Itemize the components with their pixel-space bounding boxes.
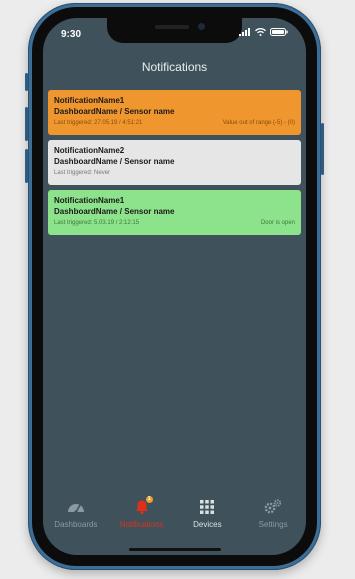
mute-switch xyxy=(25,73,28,91)
tab-notifications[interactable]: 1 Notifications xyxy=(112,496,172,529)
status-icons xyxy=(239,28,288,36)
notification-card[interactable]: NotificationName1 DashboardName / Sensor… xyxy=(48,90,301,135)
last-triggered: Last triggered: Never xyxy=(54,170,111,176)
volume-down-button xyxy=(25,149,28,183)
battery-icon xyxy=(270,28,288,36)
notification-name: NotificationName1 xyxy=(54,96,125,105)
phone-bezel: 9:30 Notifications NotificationName1 Das… xyxy=(32,7,317,566)
tab-bar: Dashboards 1 Notifications Devices Setti… xyxy=(43,496,306,541)
screen: 9:30 Notifications NotificationName1 Das… xyxy=(43,18,306,555)
notification-source: DashboardName / Sensor name xyxy=(54,107,175,116)
page-title: Notifications xyxy=(141,60,208,74)
bell-icon: 1 xyxy=(132,496,153,517)
home-indicator[interactable] xyxy=(128,548,221,551)
signal-icon xyxy=(239,28,250,36)
notification-card[interactable]: NotificationName1 DashboardName / Sensor… xyxy=(48,190,301,235)
last-triggered: Last triggered: 5.03.19 / 2:12:15 xyxy=(54,220,140,226)
notification-badge: 1 xyxy=(145,496,153,503)
speaker-grille xyxy=(155,25,189,29)
volume-up-button xyxy=(25,107,28,141)
tab-label: Settings xyxy=(258,520,288,529)
tab-label: Notifications xyxy=(119,520,164,529)
phone-frame: 9:30 Notifications NotificationName1 Das… xyxy=(25,3,324,570)
wifi-icon xyxy=(255,28,266,36)
tab-devices[interactable]: Devices xyxy=(177,497,237,529)
grid-icon xyxy=(197,497,217,517)
notification-name: NotificationName2 xyxy=(54,146,125,155)
notification-detail: Door is open xyxy=(260,220,295,226)
tab-settings[interactable]: Settings xyxy=(243,497,303,529)
gears-icon xyxy=(263,497,283,517)
notch xyxy=(107,18,242,43)
power-button xyxy=(321,123,324,175)
tab-dashboards[interactable]: Dashboards xyxy=(46,497,106,529)
gauge-icon xyxy=(66,497,86,517)
tab-label: Devices xyxy=(193,520,222,529)
notification-list: NotificationName1 DashboardName / Sensor… xyxy=(48,90,301,240)
notification-source: DashboardName / Sensor name xyxy=(54,207,175,216)
notification-card[interactable]: NotificationName2 DashboardName / Sensor… xyxy=(48,140,301,185)
status-time: 9:30 xyxy=(61,29,82,40)
last-triggered: Last triggered: 27.05.19 / 4:51:21 xyxy=(54,120,143,126)
tab-label: Dashboards xyxy=(54,520,98,529)
notification-name: NotificationName1 xyxy=(54,196,125,205)
front-camera xyxy=(198,23,205,30)
notification-detail: Value out of range (-5) - (0) xyxy=(222,120,295,126)
notification-source: DashboardName / Sensor name xyxy=(54,157,175,166)
